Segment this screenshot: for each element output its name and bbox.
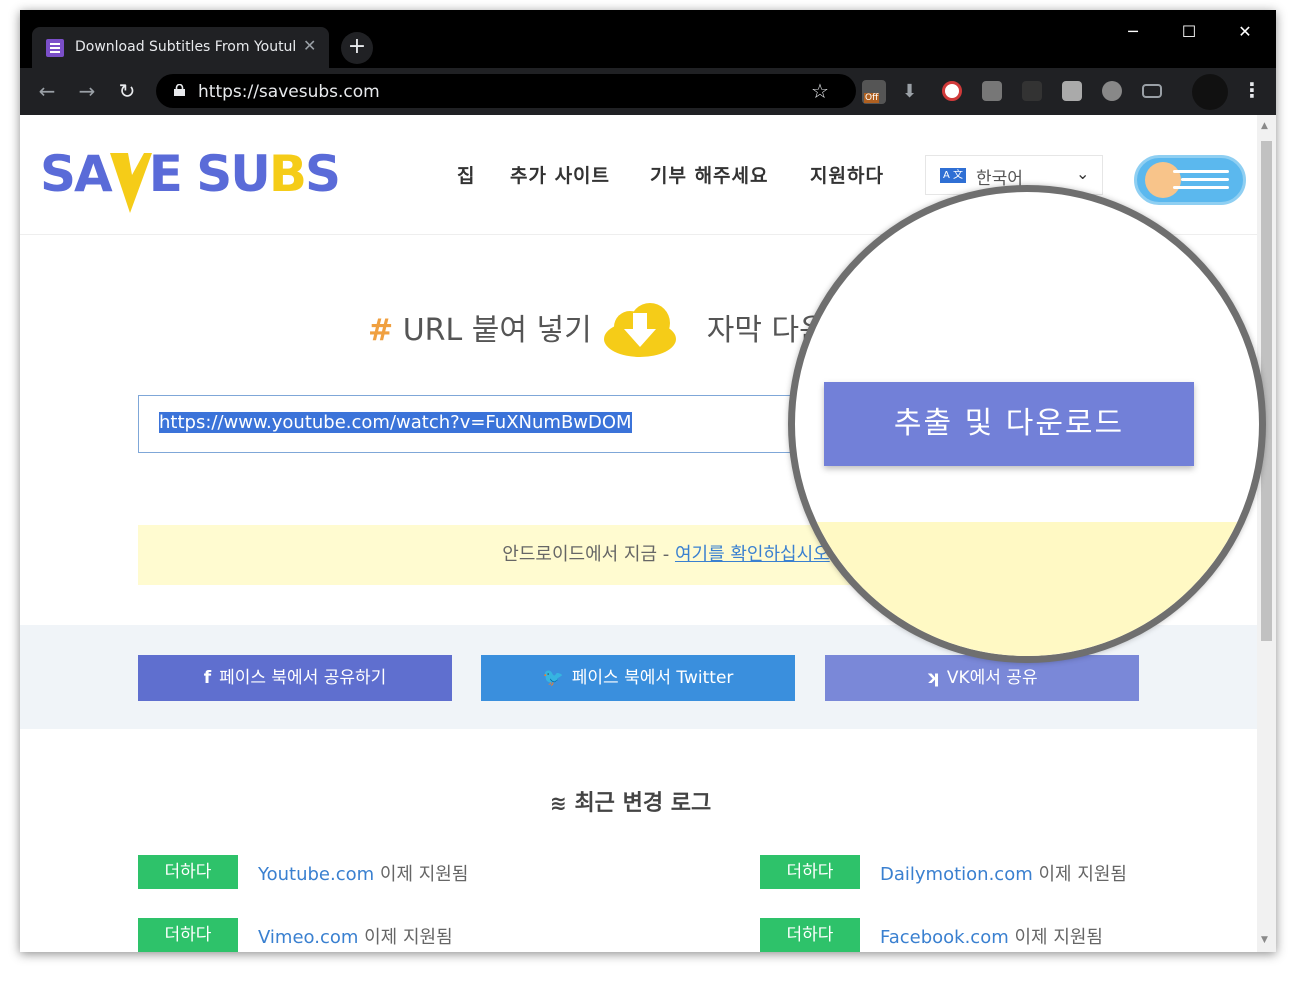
- browser-toolbar: ← → ↻ https://savesubs.com ☆ Off ⬇ ⋮: [20, 68, 1276, 115]
- translate-icon: A 文: [940, 168, 966, 183]
- savesubs-logo[interactable]: SA E SUBS: [40, 145, 341, 203]
- scroll-down-icon[interactable]: ▼: [1261, 935, 1268, 945]
- nav-support[interactable]: 지원하다: [810, 161, 884, 188]
- logo-text-accent: B: [268, 145, 307, 203]
- puzzle-extension-icon[interactable]: [1022, 81, 1042, 101]
- changelog-site-link[interactable]: Dailymotion.com: [880, 864, 1033, 885]
- logo-text-mid: E SU: [148, 145, 271, 203]
- profile-avatar[interactable]: [1192, 74, 1228, 110]
- hamburger-line-icon: [1173, 170, 1229, 173]
- lock-icon: [174, 84, 185, 96]
- download-arrow-icon[interactable]: ⬇: [902, 81, 922, 102]
- lightning-bolt-icon: [110, 153, 152, 213]
- downloader-extension-icon[interactable]: [942, 81, 962, 101]
- nav-donate[interactable]: 기부 해주세요: [650, 161, 769, 188]
- document-icon: [46, 39, 64, 57]
- picture-in-picture-icon[interactable]: [1142, 84, 1162, 98]
- changelog-text: 이제 지원됨: [1032, 864, 1127, 885]
- changelog-text: 이제 지원됨: [1008, 927, 1103, 948]
- logo-text-left: SA: [40, 145, 113, 203]
- lightbulb-extension-icon[interactable]: [982, 81, 1002, 101]
- scroll-up-icon[interactable]: ▲: [1261, 121, 1268, 131]
- toggle-knob: [1145, 162, 1181, 198]
- add-badge: 더하다: [138, 918, 238, 952]
- touch-extension-icon[interactable]: [1062, 81, 1082, 101]
- nav-more-sites[interactable]: 추가 사이트: [510, 161, 610, 188]
- changelog-site-link[interactable]: Youtube.com: [258, 864, 374, 885]
- extension-off-icon[interactable]: Off: [862, 80, 886, 104]
- magnified-notice-area: [795, 522, 1259, 656]
- title-bar: Download Subtitles From Youtube ✕ + ─ ☐ …: [20, 10, 1276, 68]
- tab-title: Download Subtitles From Youtube: [75, 39, 295, 55]
- logo-text-end: S: [305, 145, 341, 203]
- url-input[interactable]: https://www.youtube.com/watch?v=FuXNumBw…: [138, 395, 878, 453]
- cloud-download-icon: [604, 303, 676, 357]
- android-notice-text: 안드로이드에서 지금 -: [502, 544, 675, 565]
- hamburger-line-icon: [1181, 178, 1229, 181]
- page-scrollbar[interactable]: ▲ ▼: [1257, 115, 1276, 952]
- window-close-button[interactable]: ✕: [1220, 14, 1270, 50]
- changelog-title: ≋ 최근 변경 로그: [550, 785, 711, 817]
- browser-window: Download Subtitles From Youtube ✕ + ─ ☐ …: [20, 10, 1276, 952]
- hash-icon: #: [368, 313, 394, 348]
- reload-button[interactable]: ↻: [112, 76, 142, 106]
- changelog-text: 이제 지원됨: [374, 864, 469, 885]
- close-tab-icon[interactable]: ✕: [303, 36, 316, 55]
- hero-title: # URL 붙여 넣기 자막 다운: [368, 305, 827, 349]
- list-item: Dailymotion.com 이제 지원됨: [880, 860, 1127, 886]
- changelog-text: 이제 지원됨: [358, 927, 453, 948]
- extract-download-button[interactable]: 추출 및 다운로드: [824, 382, 1194, 466]
- twitter-icon: 🐦: [542, 668, 564, 688]
- address-bar[interactable]: https://savesubs.com ☆: [156, 74, 856, 108]
- film-reel-icon[interactable]: [1102, 81, 1122, 101]
- minimize-button[interactable]: ─: [1108, 14, 1158, 50]
- list-item: Vimeo.com 이제 지원됨: [258, 923, 453, 949]
- add-badge: 더하다: [138, 855, 238, 889]
- hamburger-line-icon: [1173, 186, 1229, 189]
- changelog-site-link[interactable]: Vimeo.com: [258, 927, 358, 948]
- maximize-button[interactable]: ☐: [1164, 14, 1214, 50]
- facebook-share-button[interactable]: f 페이스 북에서 공유하기: [138, 655, 452, 701]
- browser-menu-icon[interactable]: ⋮: [1242, 78, 1262, 102]
- add-badge: 더하다: [760, 918, 860, 952]
- new-tab-button[interactable]: +: [341, 32, 373, 64]
- changelog-title-text: 최근 변경 로그: [574, 791, 712, 816]
- twitter-share-label: 페이스 북에서 Twitter: [571, 668, 734, 688]
- chevron-down-icon: ⌄: [1076, 164, 1090, 183]
- url-text[interactable]: https://savesubs.com: [198, 82, 380, 102]
- url-input-value: https://www.youtube.com/watch?v=FuXNumBw…: [159, 412, 632, 433]
- facebook-icon: f: [203, 668, 212, 688]
- vk-share-button[interactable]: ʞ VK에서 공유: [825, 655, 1139, 701]
- vk-share-label: VK에서 공유: [946, 668, 1038, 688]
- hero-paste-url: URL 붙여 넣기: [402, 313, 592, 348]
- facebook-share-label: 페이스 북에서 공유하기: [219, 668, 387, 688]
- changelog-site-link[interactable]: Facebook.com: [880, 927, 1009, 948]
- vk-icon: ʞ: [926, 668, 939, 688]
- twitter-share-button[interactable]: 🐦 페이스 북에서 Twitter: [481, 655, 795, 701]
- list-item: Youtube.com 이제 지원됨: [258, 860, 468, 886]
- rss-icon: ≋: [550, 791, 567, 815]
- list-item: Facebook.com 이제 지원됨: [880, 923, 1103, 949]
- nav-home[interactable]: 집: [457, 161, 475, 188]
- back-button[interactable]: ←: [32, 76, 62, 106]
- add-badge: 더하다: [760, 855, 860, 889]
- browser-tab[interactable]: Download Subtitles From Youtube ✕: [32, 27, 329, 68]
- menu-toggle[interactable]: [1134, 155, 1246, 205]
- forward-button[interactable]: →: [72, 76, 102, 106]
- bookmark-star-icon[interactable]: ☆: [811, 79, 829, 103]
- magnifier-callout: 추출 및 다운로드: [788, 185, 1266, 663]
